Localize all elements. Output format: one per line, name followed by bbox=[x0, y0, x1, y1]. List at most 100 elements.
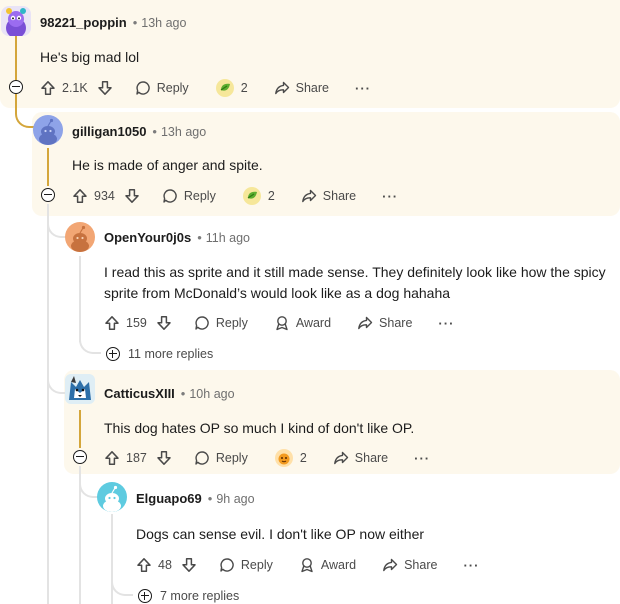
meta-separator: • bbox=[132, 15, 138, 30]
thread-line-op[interactable] bbox=[15, 36, 17, 84]
award-button[interactable]: 2 bbox=[215, 77, 248, 99]
avatar[interactable] bbox=[1, 6, 31, 36]
orange-award-icon bbox=[274, 449, 293, 467]
username[interactable]: Elguapo69 bbox=[136, 491, 202, 506]
downvote-icon[interactable] bbox=[181, 557, 197, 573]
username[interactable]: CatticusXIII bbox=[104, 386, 175, 401]
wolf-avatar-icon bbox=[65, 374, 95, 404]
plus-circle-icon bbox=[138, 589, 152, 603]
thread-line-gilligan[interactable] bbox=[47, 148, 49, 186]
plus-circle-icon bbox=[106, 347, 120, 361]
comment-actions: 48 Reply Award Share ··· bbox=[136, 554, 479, 576]
reply-button[interactable]: Reply bbox=[194, 447, 248, 469]
meta-separator: • bbox=[180, 386, 186, 401]
upvote-icon[interactable] bbox=[40, 80, 56, 96]
reply-label: Reply bbox=[240, 558, 273, 572]
reply-label: Reply bbox=[215, 451, 248, 465]
more-options-icon: ··· bbox=[438, 315, 455, 331]
timestamp[interactable]: 13h ago bbox=[141, 16, 186, 30]
award-button[interactable]: Award bbox=[299, 554, 356, 576]
comment-body-line: sprite from McDonald’s would look like a… bbox=[104, 285, 451, 301]
avatar[interactable] bbox=[97, 482, 127, 512]
share-button[interactable]: Share bbox=[382, 554, 437, 576]
more-options-icon: ··· bbox=[382, 188, 399, 204]
more-replies-button[interactable]: 11 more replies bbox=[106, 347, 213, 361]
thread-connector-openyour-more bbox=[79, 330, 101, 354]
thread-line-gilligan-children[interactable] bbox=[47, 204, 49, 604]
award-button[interactable]: 2 bbox=[242, 185, 275, 207]
share-label: Share bbox=[354, 451, 389, 465]
comment-actions: 2.1K Reply 2 Share ··· bbox=[40, 77, 371, 99]
upvote-icon[interactable] bbox=[72, 188, 88, 204]
comment-body-line: I read this as sprite and it still made … bbox=[104, 264, 606, 280]
reply-button[interactable]: Reply bbox=[162, 185, 216, 207]
downvote-icon[interactable] bbox=[156, 315, 172, 331]
more-options-button[interactable]: ··· bbox=[438, 312, 454, 334]
username[interactable]: gilligan1050 bbox=[72, 124, 146, 139]
username[interactable]: OpenYour0j0s bbox=[104, 230, 191, 245]
downvote-icon[interactable] bbox=[124, 188, 140, 204]
thread-line-catticus[interactable] bbox=[79, 410, 81, 448]
more-replies-button[interactable]: 7 more replies bbox=[138, 589, 239, 603]
share-button[interactable]: Share bbox=[301, 185, 356, 207]
purple-character-avatar-icon bbox=[1, 6, 31, 36]
share-label: Share bbox=[295, 81, 329, 95]
snoo-avatar-icon bbox=[65, 222, 95, 252]
timestamp[interactable]: 11h ago bbox=[206, 231, 250, 245]
vote-count: 48 bbox=[158, 558, 172, 572]
username[interactable]: 98221_poppin bbox=[40, 15, 127, 30]
thread-line-elguapo[interactable] bbox=[111, 514, 113, 604]
avatar[interactable] bbox=[65, 222, 95, 252]
reply-label: Reply bbox=[215, 316, 248, 330]
green-award-icon bbox=[215, 79, 234, 97]
reply-button[interactable]: Reply bbox=[194, 312, 248, 334]
vote-count: 187 bbox=[126, 451, 147, 465]
more-options-button[interactable]: ··· bbox=[382, 185, 398, 207]
award-count: 2 bbox=[240, 81, 248, 95]
share-label: Share bbox=[322, 189, 357, 203]
collapse-thread-button[interactable] bbox=[9, 80, 23, 94]
comment-meta: Elguapo69 • 9h ago bbox=[136, 491, 255, 506]
downvote-icon[interactable] bbox=[156, 450, 172, 466]
award-count: 2 bbox=[299, 451, 307, 465]
collapse-thread-button[interactable] bbox=[73, 450, 87, 464]
downvote-icon[interactable] bbox=[97, 80, 113, 96]
timestamp[interactable]: 9h ago bbox=[216, 492, 254, 506]
thread-connector-gilligan bbox=[15, 94, 35, 128]
more-options-button[interactable]: ··· bbox=[355, 77, 371, 99]
share-label: Share bbox=[404, 558, 438, 572]
avatar[interactable] bbox=[33, 115, 63, 145]
award-button[interactable]: 2 bbox=[274, 447, 307, 469]
more-options-button[interactable]: ··· bbox=[463, 554, 479, 576]
comment-body: This dog hates OP so much I kind of don'… bbox=[104, 420, 415, 436]
reply-button[interactable]: Reply bbox=[135, 77, 189, 99]
comment-bubble-icon bbox=[163, 189, 177, 203]
share-icon bbox=[274, 81, 289, 95]
thread-connector-elguapo-more bbox=[111, 574, 133, 596]
reply-button[interactable]: Reply bbox=[219, 554, 273, 576]
comment-body: He's big mad lol bbox=[40, 49, 140, 65]
collapse-thread-button[interactable] bbox=[41, 188, 55, 202]
upvote-icon[interactable] bbox=[104, 315, 120, 331]
green-award-icon bbox=[242, 187, 261, 205]
more-replies-label: 11 more replies bbox=[128, 347, 214, 361]
upvote-icon[interactable] bbox=[104, 450, 120, 466]
upvote-icon[interactable] bbox=[136, 557, 152, 573]
share-button[interactable]: Share bbox=[274, 77, 329, 99]
award-ribbon-icon bbox=[301, 558, 313, 573]
snoo-avatar-icon bbox=[97, 482, 127, 512]
comment-bubble-icon bbox=[195, 316, 209, 330]
vote-group: 159 bbox=[104, 312, 172, 334]
share-button[interactable]: Share bbox=[357, 312, 412, 334]
share-button[interactable]: Share bbox=[333, 447, 388, 469]
share-icon bbox=[301, 189, 316, 203]
share-icon bbox=[333, 451, 348, 465]
snoo-avatar-icon bbox=[33, 115, 63, 145]
avatar[interactable] bbox=[65, 374, 95, 404]
timestamp[interactable]: 13h ago bbox=[161, 125, 206, 139]
award-button[interactable]: Award bbox=[274, 312, 331, 334]
comment-meta: gilligan1050 • 13h ago bbox=[72, 124, 206, 139]
award-label: Award bbox=[295, 316, 332, 330]
more-options-button[interactable]: ··· bbox=[414, 447, 430, 469]
timestamp[interactable]: 10h ago bbox=[189, 387, 234, 401]
